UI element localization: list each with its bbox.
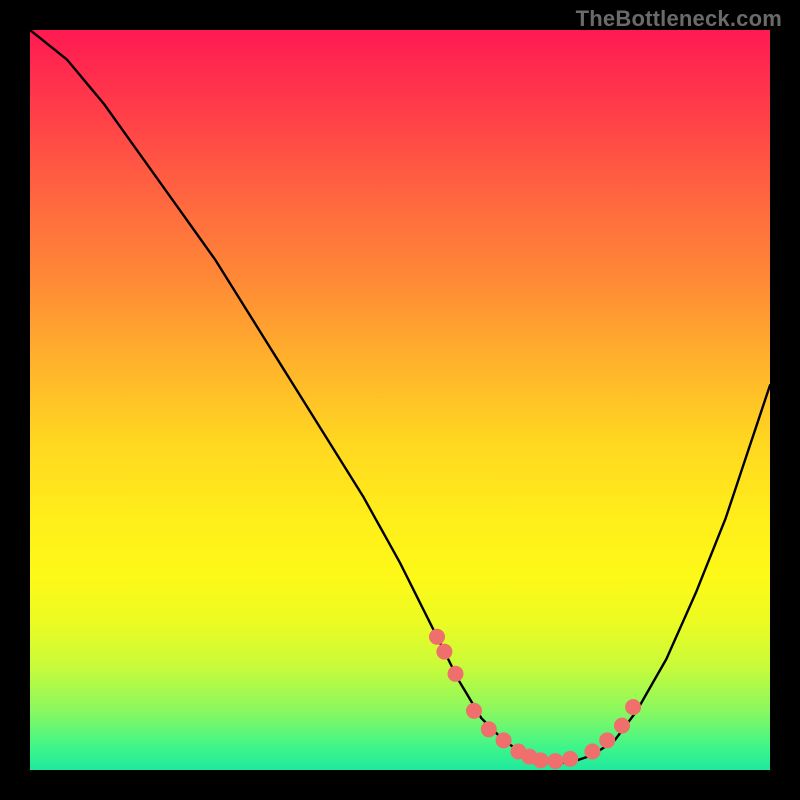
highlight-point <box>448 666 464 682</box>
highlight-point <box>584 744 600 760</box>
highlight-point <box>533 752 549 768</box>
highlight-point <box>436 644 452 660</box>
highlight-point <box>625 699 641 715</box>
highlight-point <box>466 703 482 719</box>
curve-group <box>30 30 770 763</box>
highlight-point <box>547 753 563 769</box>
highlight-point <box>496 732 512 748</box>
highlight-point <box>599 732 615 748</box>
watermark-label: TheBottleneck.com <box>576 6 782 32</box>
highlight-points <box>429 629 641 769</box>
bottleneck-curve <box>30 30 770 763</box>
highlight-point <box>429 629 445 645</box>
highlight-point <box>481 721 497 737</box>
chart-container: TheBottleneck.com <box>0 0 800 800</box>
chart-svg <box>30 30 770 770</box>
highlight-point <box>614 718 630 734</box>
plot-area <box>30 30 770 770</box>
highlight-point <box>562 751 578 767</box>
